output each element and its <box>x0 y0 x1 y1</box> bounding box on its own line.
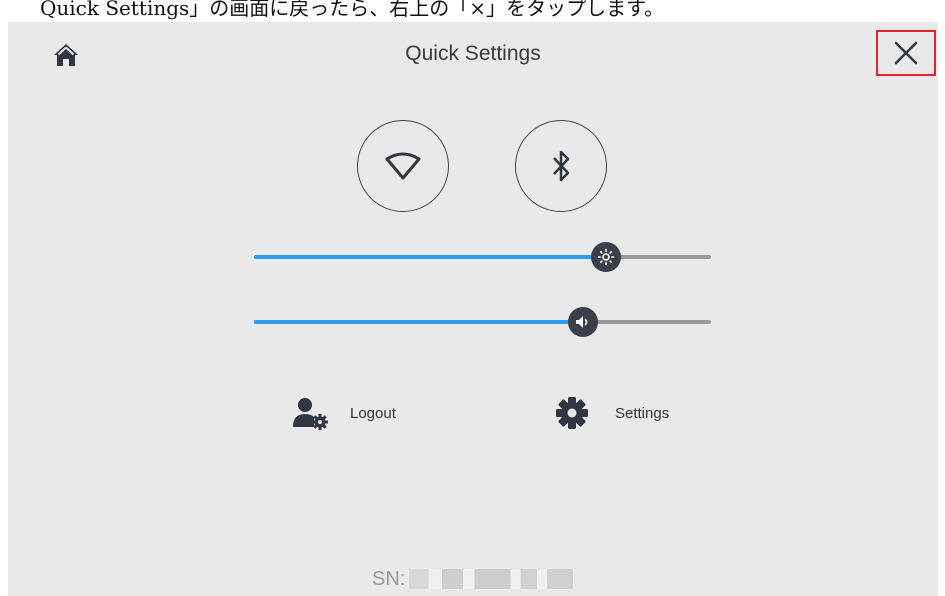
instruction-caption: Quick Settings」の画面に戻ったら、右上の「×」をタップします。 <box>40 0 665 20</box>
gear-icon <box>556 397 588 429</box>
sn-label: SN: <box>372 567 406 590</box>
serial-number-redacted <box>409 569 574 589</box>
brightness-icon <box>597 248 615 266</box>
wifi-toggle-button[interactable] <box>357 120 449 212</box>
page-title: Quick Settings <box>405 42 541 65</box>
volume-icon <box>576 316 588 328</box>
brightness-slider[interactable] <box>254 242 711 272</box>
user-gear-icon <box>293 398 328 430</box>
volume-thumb[interactable] <box>568 307 599 337</box>
logout-label: Logout <box>350 404 396 422</box>
brightness-thumb[interactable] <box>590 242 621 272</box>
wifi-icon <box>385 152 421 180</box>
serial-number: SN: <box>372 567 574 591</box>
logout-button[interactable]: Logout <box>292 395 396 431</box>
close-icon <box>894 41 918 65</box>
volume-fill <box>254 320 584 324</box>
settings-button[interactable]: Settings <box>555 395 669 431</box>
close-button[interactable] <box>876 30 936 76</box>
bluetooth-icon <box>553 150 570 182</box>
quick-settings-panel: Quick Settings Logout Settings SN: <box>8 22 938 596</box>
brightness-fill <box>254 255 606 259</box>
settings-label: Settings <box>615 404 670 422</box>
bluetooth-toggle-button[interactable] <box>515 120 607 212</box>
volume-slider[interactable] <box>254 307 711 337</box>
